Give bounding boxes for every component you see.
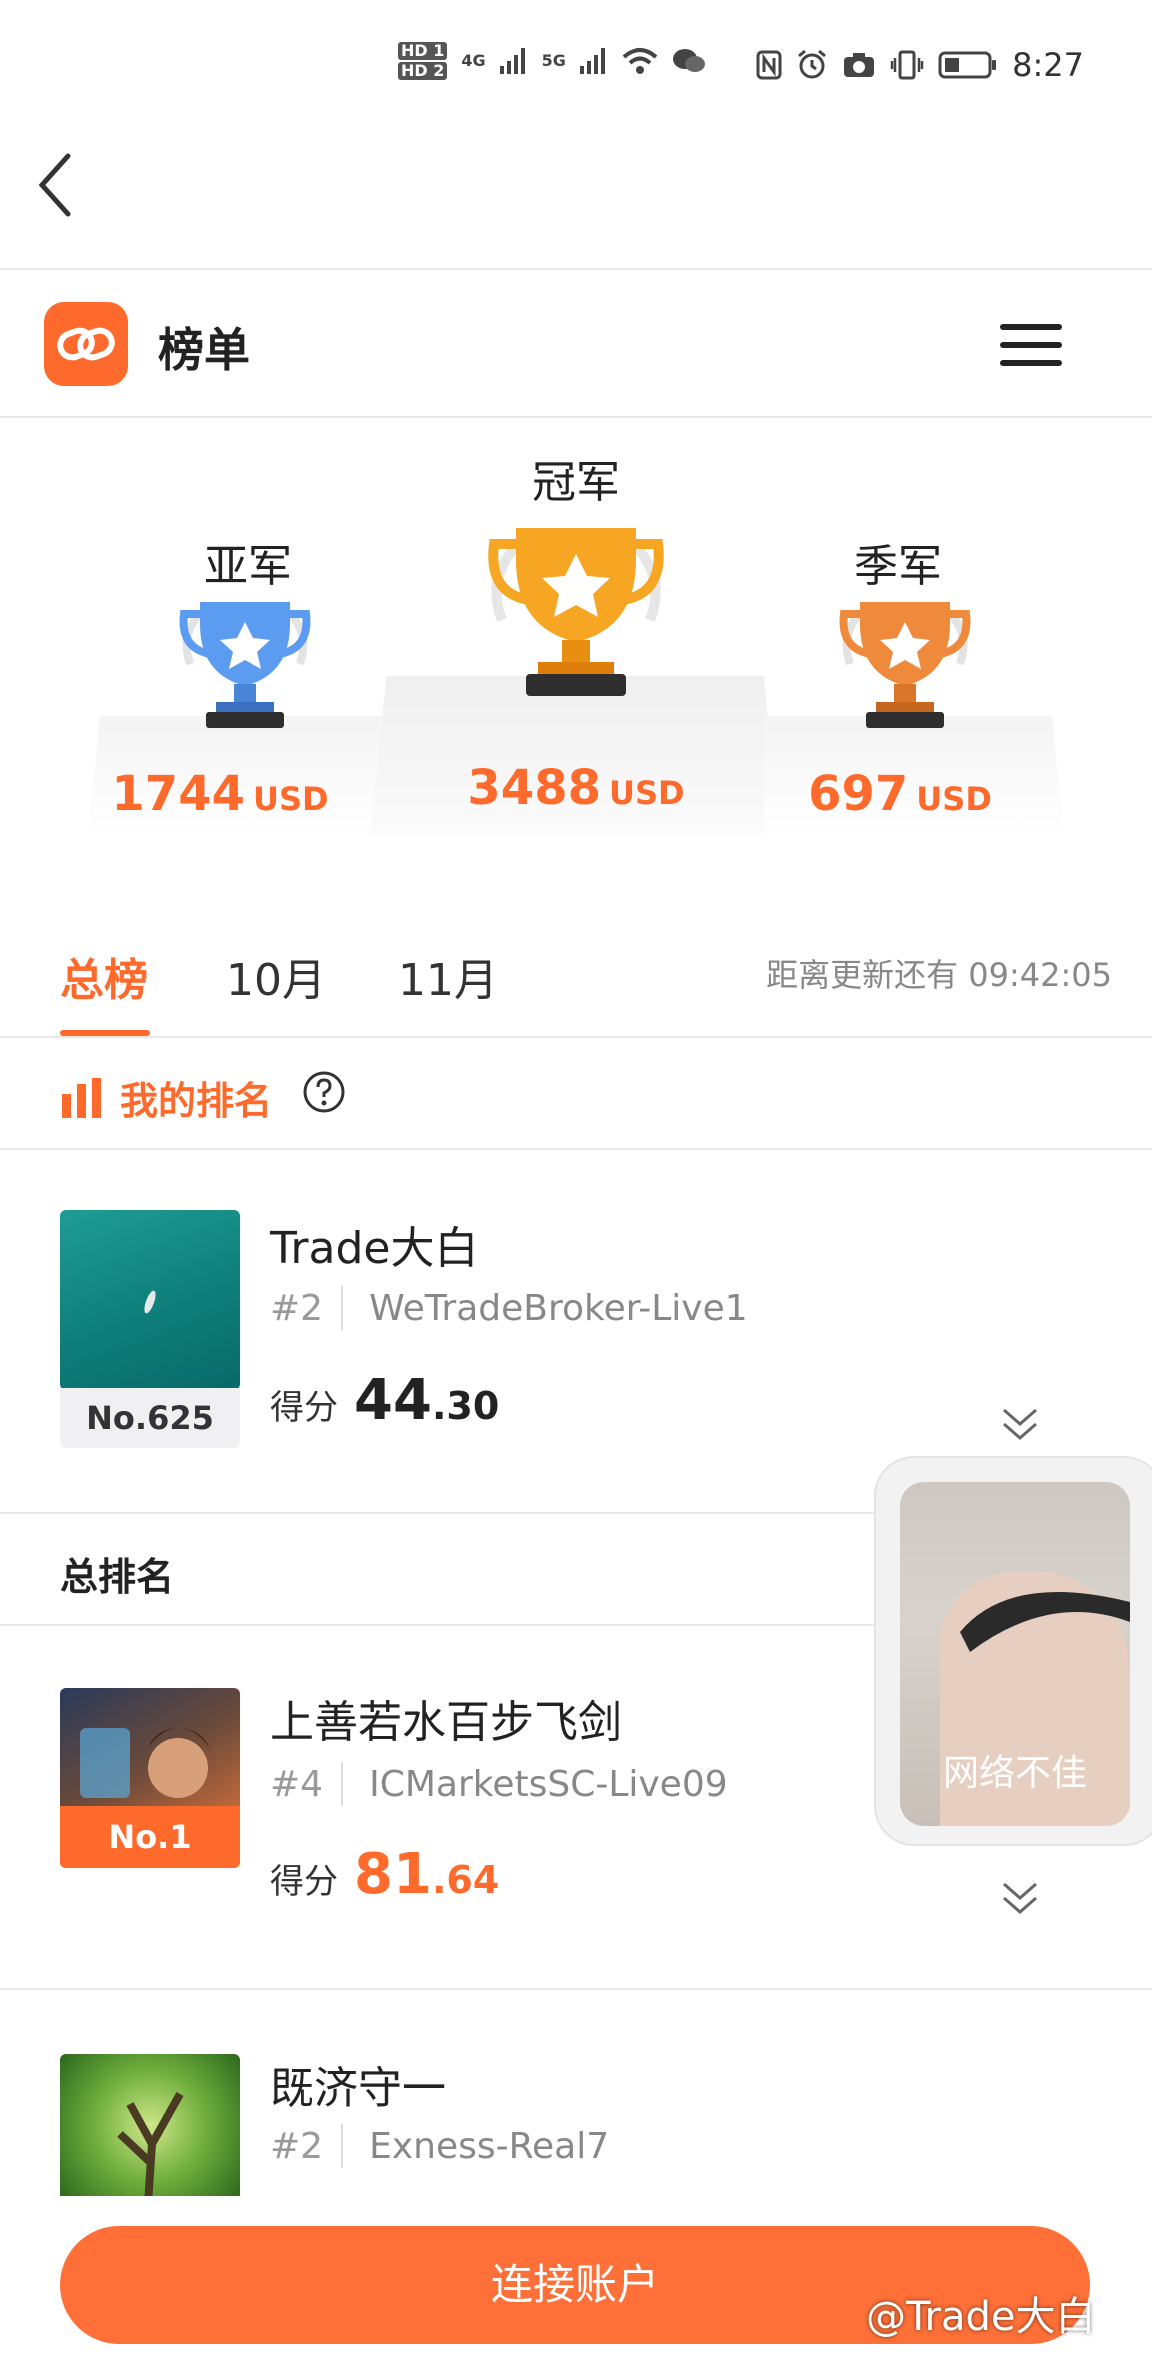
rank-tag: No.625 (60, 1388, 240, 1448)
separator (341, 1762, 344, 1806)
page-title: 榜单 (158, 323, 250, 377)
alarm-icon (798, 49, 827, 79)
server-name: WeTradeBroker-Live1 (369, 1287, 748, 1329)
vibrate-icon (890, 50, 924, 80)
menu-button[interactable] (1000, 324, 1062, 368)
podium: 亚军 冠军 季军 1744 USD 3488 USD 697 USD (0, 420, 1152, 880)
network-5g-label: 5G (541, 51, 566, 70)
score-integer: 44 (354, 1368, 432, 1433)
second-amount-value: 1744 (111, 766, 245, 822)
trader-name: 既济守一 (270, 2063, 446, 2114)
trader-name: Trade大白 (270, 1223, 479, 1274)
first-amount-value: 3488 (467, 760, 601, 816)
first-place-amount: 3488 USD (446, 760, 706, 816)
rank-tag: No.1 (60, 1806, 240, 1868)
score: 得分 81 .64 (270, 1842, 499, 1907)
score-decimal: .30 (431, 1384, 500, 1428)
overall-ranking-title: 总排名 (60, 1555, 175, 1599)
score-integer: 81 (354, 1842, 432, 1907)
score-decimal: .64 (431, 1858, 500, 1902)
double-chevron-down-icon[interactable] (998, 1404, 1042, 1444)
app-logo (44, 302, 128, 386)
camera-icon (844, 53, 875, 77)
account-index: #2 (270, 2125, 324, 2167)
status-right-icons: 8:27 (756, 46, 1084, 84)
double-chevron-down-icon[interactable] (998, 1878, 1042, 1918)
wechat-icon (672, 49, 705, 72)
signal-icon-2 (579, 48, 605, 74)
trader-name: 上善若水百步飞剑 (270, 1697, 622, 1748)
avatar (60, 2054, 240, 2196)
silver-trophy-icon (179, 602, 311, 728)
third-amount-value: 697 (808, 766, 909, 822)
second-place-label: 亚军 (204, 541, 292, 592)
battery-icon (938, 51, 997, 79)
status-bar: HD 1 HD 2 4G 5G 8:27 (0, 0, 1152, 130)
menu-bar (1000, 324, 1062, 330)
link-icon (57, 327, 115, 361)
first-amount-currency: USD (609, 774, 685, 812)
update-countdown: 距离更新还有 09:42:05 (766, 956, 1112, 994)
watermark: @Trade大白 (866, 2294, 1096, 2340)
score: 得分 44 .30 (270, 1368, 499, 1433)
trader-account: #4 ICMarketsSC-Live09 (270, 1762, 728, 1806)
avatar (60, 1210, 240, 1390)
third-place-label: 季军 (854, 541, 942, 592)
menu-bar (1000, 360, 1062, 366)
third-place-amount: 697 USD (790, 766, 1010, 822)
tab-overall[interactable]: 总榜 (60, 944, 148, 1008)
tree-image (117, 2092, 184, 2196)
sim-badges: HD 1 HD 2 (398, 42, 448, 80)
page-header: 榜单 (0, 272, 1152, 418)
my-ranking-title: 我的排名 (120, 1079, 273, 1123)
trader-account: #2 Exness-Real7 (270, 2124, 609, 2168)
sim2-badge: HD 2 (398, 62, 448, 80)
trader-account: #2 WeTradeBroker-Live1 (270, 1286, 748, 1330)
back-button[interactable] (36, 150, 96, 230)
ranking-entry[interactable]: 既济守一 #2 Exness-Real7 (0, 1990, 1152, 2196)
separator (341, 1286, 344, 1330)
wifi-icon (622, 48, 658, 74)
bar-chart-icon (62, 1078, 101, 1118)
first-place-label: 冠军 (532, 457, 620, 508)
account-index: #4 (270, 1763, 324, 1805)
status-left-icons: HD 1 HD 2 4G 5G (398, 42, 706, 80)
score-label: 得分 (270, 1862, 338, 1902)
divider-header (0, 416, 1152, 418)
third-amount-currency: USD (916, 780, 992, 818)
second-amount-currency: USD (253, 780, 329, 818)
signal-icon (499, 48, 525, 74)
second-place-amount: 1744 USD (100, 766, 340, 822)
chevron-left-icon (38, 153, 71, 217)
server-name: Exness-Real7 (369, 2125, 610, 2167)
video-preview: 网络不佳 (900, 1482, 1130, 1826)
period-tabs: 总榜 10月 11月 距离更新还有 09:42:05 (0, 920, 1152, 1040)
sim1-badge: HD 1 (398, 42, 448, 60)
clock: 8:27 (1012, 46, 1084, 84)
divider-tabs (0, 1036, 1152, 1038)
menu-bar (1000, 342, 1062, 348)
help-icon[interactable] (302, 1070, 346, 1114)
floating-video-window[interactable]: 网络不佳 (874, 1456, 1152, 1846)
bronze-trophy-icon (839, 602, 971, 728)
separator (341, 2124, 344, 2168)
nfc-icon (756, 50, 782, 80)
my-ranking-header: 我的排名 (0, 1042, 1152, 1148)
network-status-text: 网络不佳 (942, 1753, 1087, 1794)
divider-top (0, 268, 1152, 270)
score-label: 得分 (270, 1388, 338, 1428)
boat-image (144, 1290, 156, 1314)
server-name: ICMarketsSC-Live09 (369, 1763, 728, 1805)
gold-trophy-icon (488, 528, 664, 696)
tab-october[interactable]: 10月 (226, 944, 326, 1008)
network-4g-label: 4G (461, 51, 486, 70)
tab-november[interactable]: 11月 (398, 944, 498, 1008)
account-index: #2 (270, 1287, 324, 1329)
